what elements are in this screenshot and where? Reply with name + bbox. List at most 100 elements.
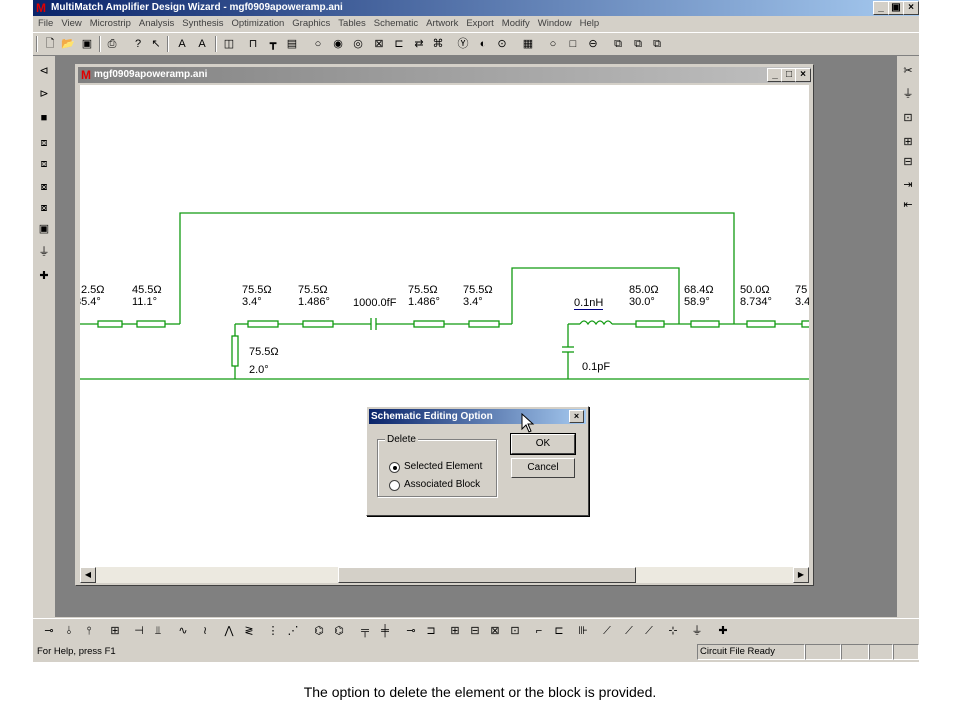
block-b-icon[interactable]: ⊟ — [467, 623, 483, 639]
synthesis-a-icon[interactable]: A — [175, 37, 189, 51]
shunt-stub-icon[interactable]: ⫰ — [61, 623, 77, 639]
paste-block-icon[interactable]: ⧉ — [631, 37, 645, 51]
node-icon[interactable]: ⊡ — [900, 110, 916, 126]
insert-right-icon[interactable]: ⇥ — [900, 177, 916, 193]
ok-button[interactable]: OK — [510, 433, 576, 455]
menu-optimization[interactable]: Optimization — [228, 16, 287, 32]
dialog-close-button[interactable]: × — [569, 410, 584, 423]
menu-synthesis[interactable]: Synthesis — [179, 16, 226, 32]
synthesis-b-icon[interactable]: A — [195, 37, 209, 51]
s-in-icon[interactable]: ⧇ — [36, 179, 52, 195]
block-c-icon[interactable]: ⊠ — [487, 623, 503, 639]
box-tool-icon[interactable]: ⊠ — [372, 37, 386, 51]
menu-view[interactable]: View — [58, 16, 84, 32]
bend-a-icon[interactable]: ⟋ — [599, 623, 615, 639]
swap-tool-icon[interactable]: ⇄ — [412, 37, 426, 51]
square-icon[interactable]: □ — [566, 37, 580, 51]
menu-file[interactable]: File — [35, 16, 56, 32]
menu-export[interactable]: Export — [463, 16, 496, 32]
bend-c-icon[interactable]: ⟋ — [641, 623, 657, 639]
s-out-icon[interactable]: ⧇ — [36, 200, 52, 216]
cancel-button[interactable]: Cancel — [511, 458, 575, 478]
minus-circle-icon[interactable]: ⊖ — [586, 37, 600, 51]
y-param-icon[interactable]: Ⓨ — [456, 37, 470, 51]
port-in-icon[interactable]: ⊲ — [36, 63, 52, 79]
scroll-right-arrow-icon[interactable]: ▶ — [793, 567, 809, 583]
circuit-out-icon[interactable]: ⧈ — [36, 156, 52, 172]
shunt-ind-icon[interactable]: ≀ — [197, 623, 213, 639]
menu-schematic[interactable]: Schematic — [371, 16, 421, 32]
dialog-titlebar[interactable]: Schematic Editing Option × — [369, 409, 586, 424]
link-tool-icon[interactable]: ⌘ — [431, 37, 445, 51]
circuit-in-icon[interactable]: ⧈ — [36, 135, 52, 151]
coupler-b-icon[interactable]: ⋰ — [285, 623, 301, 639]
menu-help[interactable]: Help — [577, 16, 603, 32]
smith-icon[interactable]: ◐ — [476, 37, 490, 51]
menu-graphics[interactable]: Graphics — [289, 16, 333, 32]
context-help-icon[interactable]: ↖ — [149, 37, 163, 51]
copy-block-icon[interactable]: ⧉ — [611, 37, 625, 51]
series-cap-icon[interactable]: ⊣ — [131, 623, 147, 639]
shunt-cap-icon[interactable]: ⫫ — [150, 623, 166, 639]
sheet-icon[interactable]: ▣ — [36, 221, 52, 237]
probe-b-icon[interactable]: ⊐ — [423, 623, 439, 639]
tee-tool-icon[interactable]: ┳ — [266, 37, 280, 51]
document-titlebar[interactable]: M mgf0909apoweramp.ani _ □ × — [78, 67, 811, 83]
scroll-left-arrow-icon[interactable]: ◀ — [80, 567, 96, 583]
bend-b-icon[interactable]: ⟋ — [621, 623, 637, 639]
cross-icon[interactable]: ✚ — [36, 268, 52, 284]
restore-button[interactable]: ▣ — [888, 1, 904, 15]
radio-selected-element[interactable] — [389, 462, 400, 473]
radio-associated-block-label[interactable]: Associated Block — [404, 479, 480, 490]
coupler-a-icon[interactable]: ⋮ — [265, 623, 281, 639]
insert-left-icon[interactable]: ⇤ — [900, 197, 916, 213]
ground-icon[interactable]: ⏚ — [36, 244, 52, 260]
tee-b-icon[interactable]: ╪ — [377, 623, 393, 639]
inductor-label[interactable]: 0.1nH — [574, 297, 604, 310]
transistor-a-icon[interactable]: ⌬ — [311, 623, 327, 639]
tline-tool-icon[interactable]: ⊓ — [246, 37, 260, 51]
menu-modify[interactable]: Modify — [499, 16, 533, 32]
series-block-icon[interactable]: ⊞ — [107, 623, 123, 639]
circle-open-icon[interactable]: ○ — [546, 37, 560, 51]
step-b-icon[interactable]: ⊏ — [551, 623, 567, 639]
shunt-res-icon[interactable]: ≷ — [241, 623, 257, 639]
ground-bottom-icon[interactable]: ⏚ — [689, 623, 705, 639]
scissors-icon[interactable]: ✂ — [900, 63, 916, 79]
yellow-block-icon[interactable]: ■ — [36, 110, 52, 126]
new-file-icon[interactable]: 🗋 — [43, 37, 57, 51]
menu-artwork[interactable]: Artwork — [423, 16, 461, 32]
layout-icon[interactable]: ◫ — [222, 37, 236, 51]
horizontal-scrollbar[interactable]: ◀ ▶ — [80, 567, 809, 583]
radio-selected-element-label[interactable]: Selected Element — [404, 461, 482, 472]
doc-close-button[interactable]: × — [795, 68, 811, 82]
radio-associated-block[interactable] — [389, 480, 400, 491]
source-tool-icon[interactable]: ◉ — [331, 37, 345, 51]
step-a-icon[interactable]: ⌐ — [531, 623, 547, 639]
series-res-icon[interactable]: ⋀ — [221, 623, 237, 639]
minimize-button[interactable]: _ — [873, 1, 889, 15]
print-icon[interactable]: ⎙ — [105, 37, 119, 51]
save-icon[interactable]: ▣ — [80, 37, 94, 51]
point-icon[interactable]: ⊙ — [495, 37, 509, 51]
probe-a-icon[interactable]: ⊸ — [403, 623, 419, 639]
series-ind-icon[interactable]: ∿ — [175, 623, 191, 639]
ring-tool-icon[interactable]: ◎ — [351, 37, 365, 51]
block-a-icon[interactable]: ⊞ — [447, 623, 463, 639]
open-folder-icon[interactable]: 📂 — [61, 37, 75, 51]
tee-a-icon[interactable]: ╤ — [357, 623, 373, 639]
series-tline-icon[interactable]: ⊸ — [41, 623, 57, 639]
split-tool-icon[interactable]: ⊏ — [392, 37, 406, 51]
transistor-b-icon[interactable]: ⌬ — [331, 623, 347, 639]
menu-tables[interactable]: Tables — [335, 16, 368, 32]
minus-box-icon[interactable]: ⊟ — [900, 154, 916, 170]
scroll-thumb[interactable] — [338, 567, 636, 583]
circle-tool-icon[interactable]: ○ — [311, 37, 325, 51]
about-icon[interactable]: ? — [131, 37, 145, 51]
port-out-icon[interactable]: ⊳ — [36, 86, 52, 102]
text-tool-icon[interactable]: ▤ — [285, 37, 299, 51]
merge-block-icon[interactable]: ⧉ — [650, 37, 664, 51]
app-titlebar[interactable]: M MultiMatch Amplifier Design Wizard - m… — [33, 0, 919, 16]
via-icon[interactable]: ⊹ — [665, 623, 681, 639]
open-stub-icon[interactable]: ⫯ — [81, 623, 97, 639]
